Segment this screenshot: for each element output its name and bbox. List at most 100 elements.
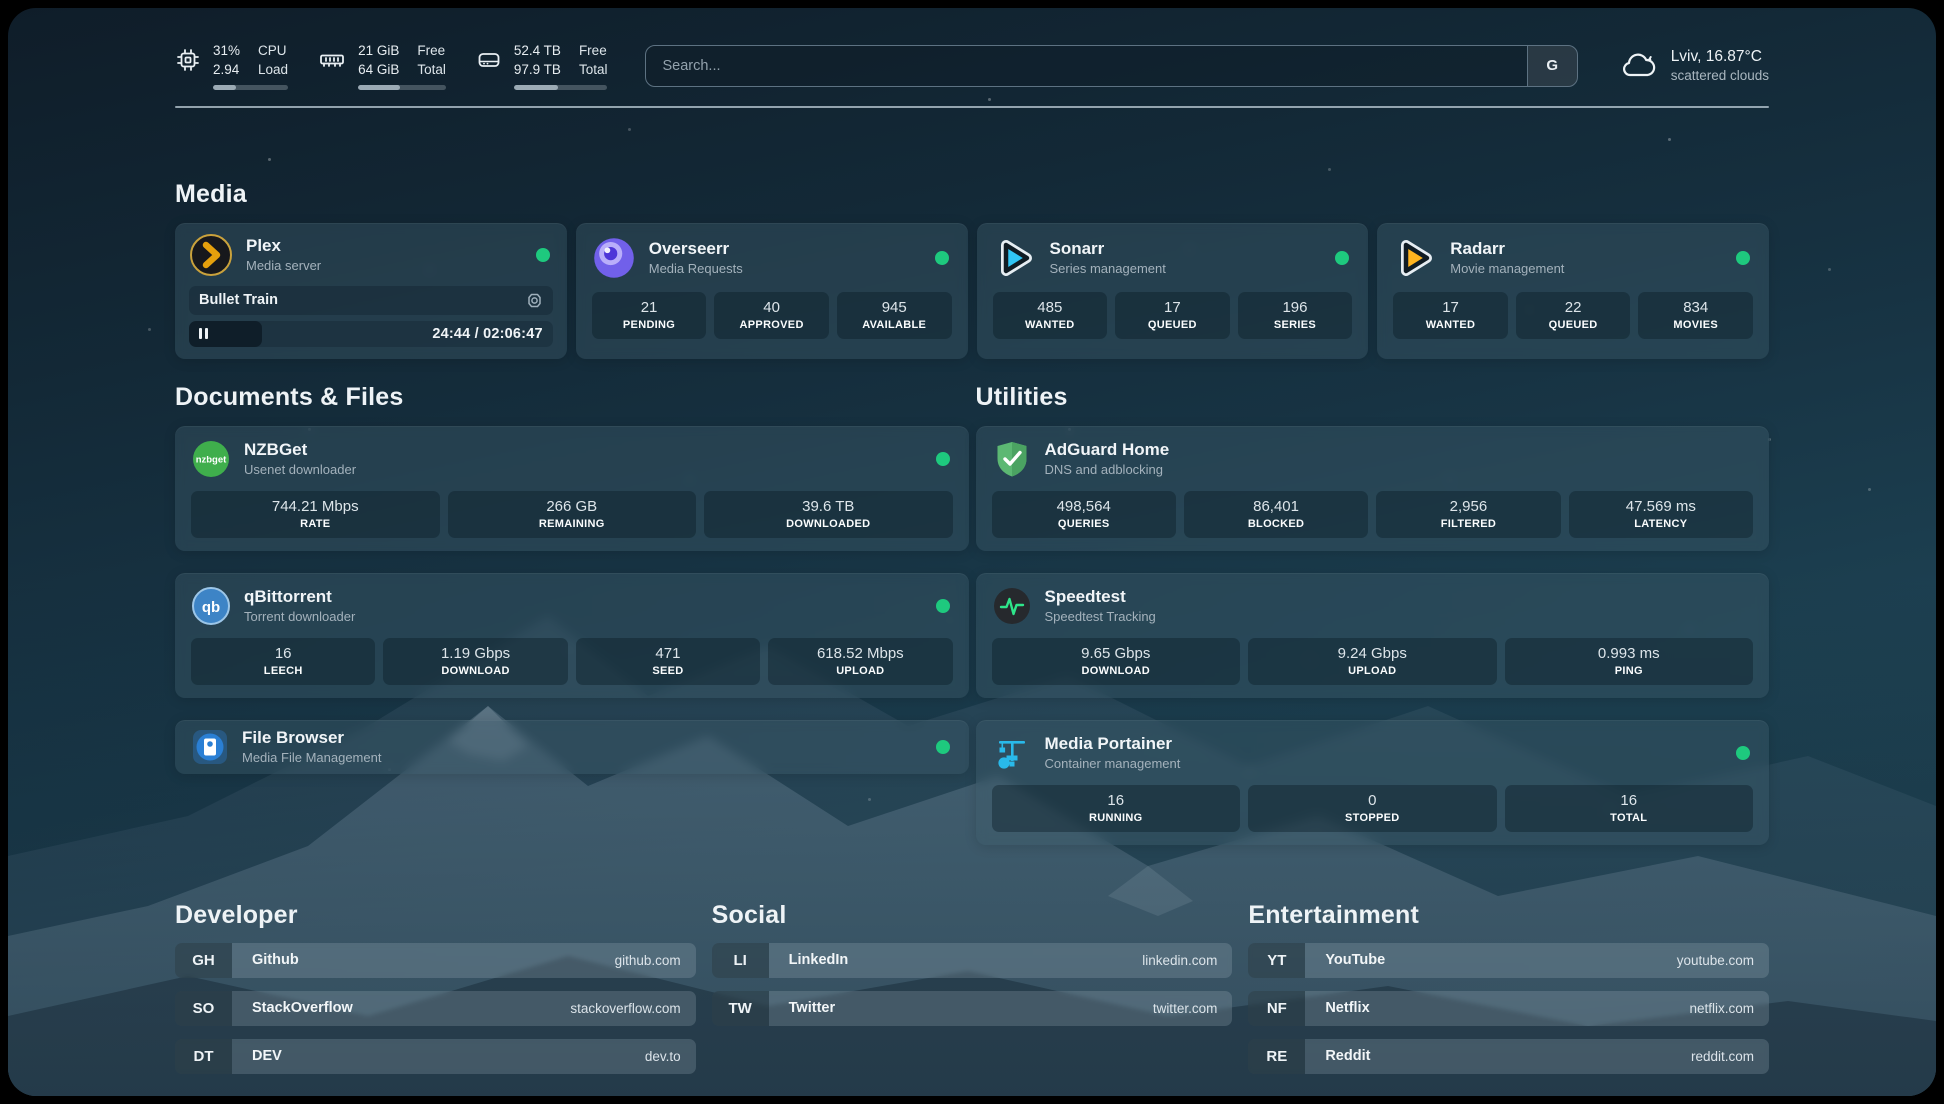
stat-value: 485 xyxy=(997,299,1104,316)
stat-box: 40 APPROVED xyxy=(714,292,829,339)
bookmark-dev[interactable]: DT DEV dev.to xyxy=(175,1039,696,1074)
card-qbittorrent[interactable]: qb qBittorrent Torrent downloader xyxy=(175,573,969,698)
svg-text:qb: qb xyxy=(202,599,220,616)
now-playing-row: Bullet Train xyxy=(189,286,553,315)
stat-box: 47.569 ms LATENCY xyxy=(1569,491,1753,538)
bookmark-reddit[interactable]: RE Reddit reddit.com xyxy=(1248,1039,1769,1074)
cpu-load-value: 2.94 xyxy=(213,61,240,80)
stat-value: 471 xyxy=(580,645,756,662)
card-overseerr[interactable]: Overseerr Media Requests 21 PENDING 40 A… xyxy=(576,223,968,359)
stat-box: 498,564 QUERIES xyxy=(992,491,1176,538)
ram-total-value: 64 GiB xyxy=(358,61,399,80)
stat-value: 17 xyxy=(1397,299,1504,316)
disk-free-label: Free xyxy=(579,42,608,61)
stat-label: REMAINING xyxy=(452,518,693,530)
stat-value: 266 GB xyxy=(452,498,693,515)
bookmark-linkedin[interactable]: LI LinkedIn linkedin.com xyxy=(712,943,1233,978)
card-radarr[interactable]: Radarr Movie management 17 WANTED 22 QUE… xyxy=(1377,223,1769,359)
card-plex[interactable]: Plex Media server Bullet Train xyxy=(175,223,567,359)
stat-box: 744.21 Mbps RATE xyxy=(191,491,440,538)
weather-widget[interactable]: Lviv, 16.87°C scattered clouds xyxy=(1620,48,1769,83)
stat-label: RATE xyxy=(195,518,436,530)
playback-time: 24:44 / 02:06:47 xyxy=(432,326,542,342)
bookmark-abbr: DT xyxy=(175,1039,232,1074)
cpu-label: CPU xyxy=(258,42,288,61)
memory-widget: 21 GiB 64 GiB Free Total xyxy=(318,42,446,90)
stat-value: 86,401 xyxy=(1188,498,1364,515)
stat-value: 0.993 ms xyxy=(1509,645,1750,662)
section-heading-entertainment: Entertainment xyxy=(1248,901,1769,930)
bookmarks-entertainment: Entertainment YT YouTube youtube.com NF … xyxy=(1248,901,1769,1074)
cpu-widget: 31% 2.94 CPU Load xyxy=(175,42,288,90)
section-heading-developer: Developer xyxy=(175,901,696,930)
ram-total-label: Total xyxy=(417,61,446,80)
bookmark-url: netflix.com xyxy=(1689,991,1769,1026)
stat-box: 0 STOPPED xyxy=(1248,785,1497,832)
bookmark-abbr: YT xyxy=(1248,943,1305,978)
bookmark-netflix[interactable]: NF Netflix netflix.com xyxy=(1248,991,1769,1026)
app-subtitle: Media File Management xyxy=(242,750,381,765)
bookmark-github[interactable]: GH Github github.com xyxy=(175,943,696,978)
stat-value: 0 xyxy=(1252,792,1493,809)
stat-box: 945 AVAILABLE xyxy=(837,292,952,339)
card-nzbget[interactable]: nzbget NZBGet Usenet downloader 74 xyxy=(175,426,969,551)
search-input[interactable] xyxy=(646,46,1526,86)
stat-label: DOWNLOADED xyxy=(708,518,949,530)
stat-label: DOWNLOAD xyxy=(996,665,1237,677)
status-dot xyxy=(1736,251,1750,265)
filebrowser-icon xyxy=(191,728,229,766)
card-adguard[interactable]: AdGuard Home DNS and adblocking 498,564 … xyxy=(976,426,1770,551)
qbittorrent-icon: qb xyxy=(191,586,231,626)
card-portainer[interactable]: Media Portainer Container management 16 … xyxy=(976,720,1770,845)
cpu-value: 31% xyxy=(213,42,240,61)
pause-icon[interactable] xyxy=(199,328,208,339)
section-heading-social: Social xyxy=(712,901,1233,930)
video-camera-icon xyxy=(526,292,543,309)
bookmark-url: linkedin.com xyxy=(1142,943,1232,978)
ram-progress-track xyxy=(358,85,446,90)
plex-icon xyxy=(189,233,233,277)
stat-value: 21 xyxy=(596,299,703,316)
app-title: NZBGet xyxy=(244,440,356,460)
stat-box: 39.6 TB DOWNLOADED xyxy=(704,491,953,538)
stat-value: 40 xyxy=(718,299,825,316)
app-subtitle: Series management xyxy=(1050,261,1166,276)
cpu-progress-track xyxy=(213,85,288,90)
status-dot xyxy=(1335,251,1349,265)
section-heading-utilities: Utilities xyxy=(976,383,1770,412)
search-bar: G xyxy=(645,45,1577,87)
dashboard-window: 31% 2.94 CPU Load xyxy=(8,8,1936,1096)
app-title: Sonarr xyxy=(1050,239,1166,259)
stat-label: LEECH xyxy=(195,665,371,677)
card-filebrowser[interactable]: File Browser Media File Management xyxy=(175,720,969,774)
status-dot xyxy=(1736,746,1750,760)
google-search-button[interactable]: G xyxy=(1527,46,1577,86)
bookmark-url: reddit.com xyxy=(1691,1039,1769,1074)
stat-value: 22 xyxy=(1520,299,1627,316)
bookmark-twitter[interactable]: TW Twitter twitter.com xyxy=(712,991,1233,1026)
disk-icon xyxy=(476,47,502,73)
radarr-icon xyxy=(1393,236,1437,280)
stat-box: 9.65 Gbps DOWNLOAD xyxy=(992,638,1241,685)
bookmark-youtube[interactable]: YT YouTube youtube.com xyxy=(1248,943,1769,978)
stat-label: QUEUED xyxy=(1520,319,1627,331)
app-subtitle: Torrent downloader xyxy=(244,609,355,624)
app-title: Media Portainer xyxy=(1045,734,1181,754)
stat-box: 16 LEECH xyxy=(191,638,375,685)
bookmark-name: DEV xyxy=(232,1039,645,1074)
stat-label: SERIES xyxy=(1242,319,1349,331)
adguard-icon xyxy=(992,439,1032,479)
stat-label: AVAILABLE xyxy=(841,319,948,331)
card-speedtest[interactable]: Speedtest Speedtest Tracking 9.65 Gbps D… xyxy=(976,573,1770,698)
stat-value: 196 xyxy=(1242,299,1349,316)
ram-icon xyxy=(318,47,346,73)
documents-column: Documents & Files nzbget NZBGet xyxy=(175,383,969,774)
bookmark-name: Twitter xyxy=(769,991,1153,1026)
card-sonarr[interactable]: Sonarr Series management 485 WANTED 17 Q… xyxy=(977,223,1369,359)
app-subtitle: Usenet downloader xyxy=(244,462,356,477)
stat-box: 485 WANTED xyxy=(993,292,1108,339)
bookmark-name: Github xyxy=(232,943,615,978)
stat-label: FILTERED xyxy=(1380,518,1556,530)
bookmark-stackoverflow[interactable]: SO StackOverflow stackoverflow.com xyxy=(175,991,696,1026)
bookmark-name: Reddit xyxy=(1305,1039,1691,1074)
